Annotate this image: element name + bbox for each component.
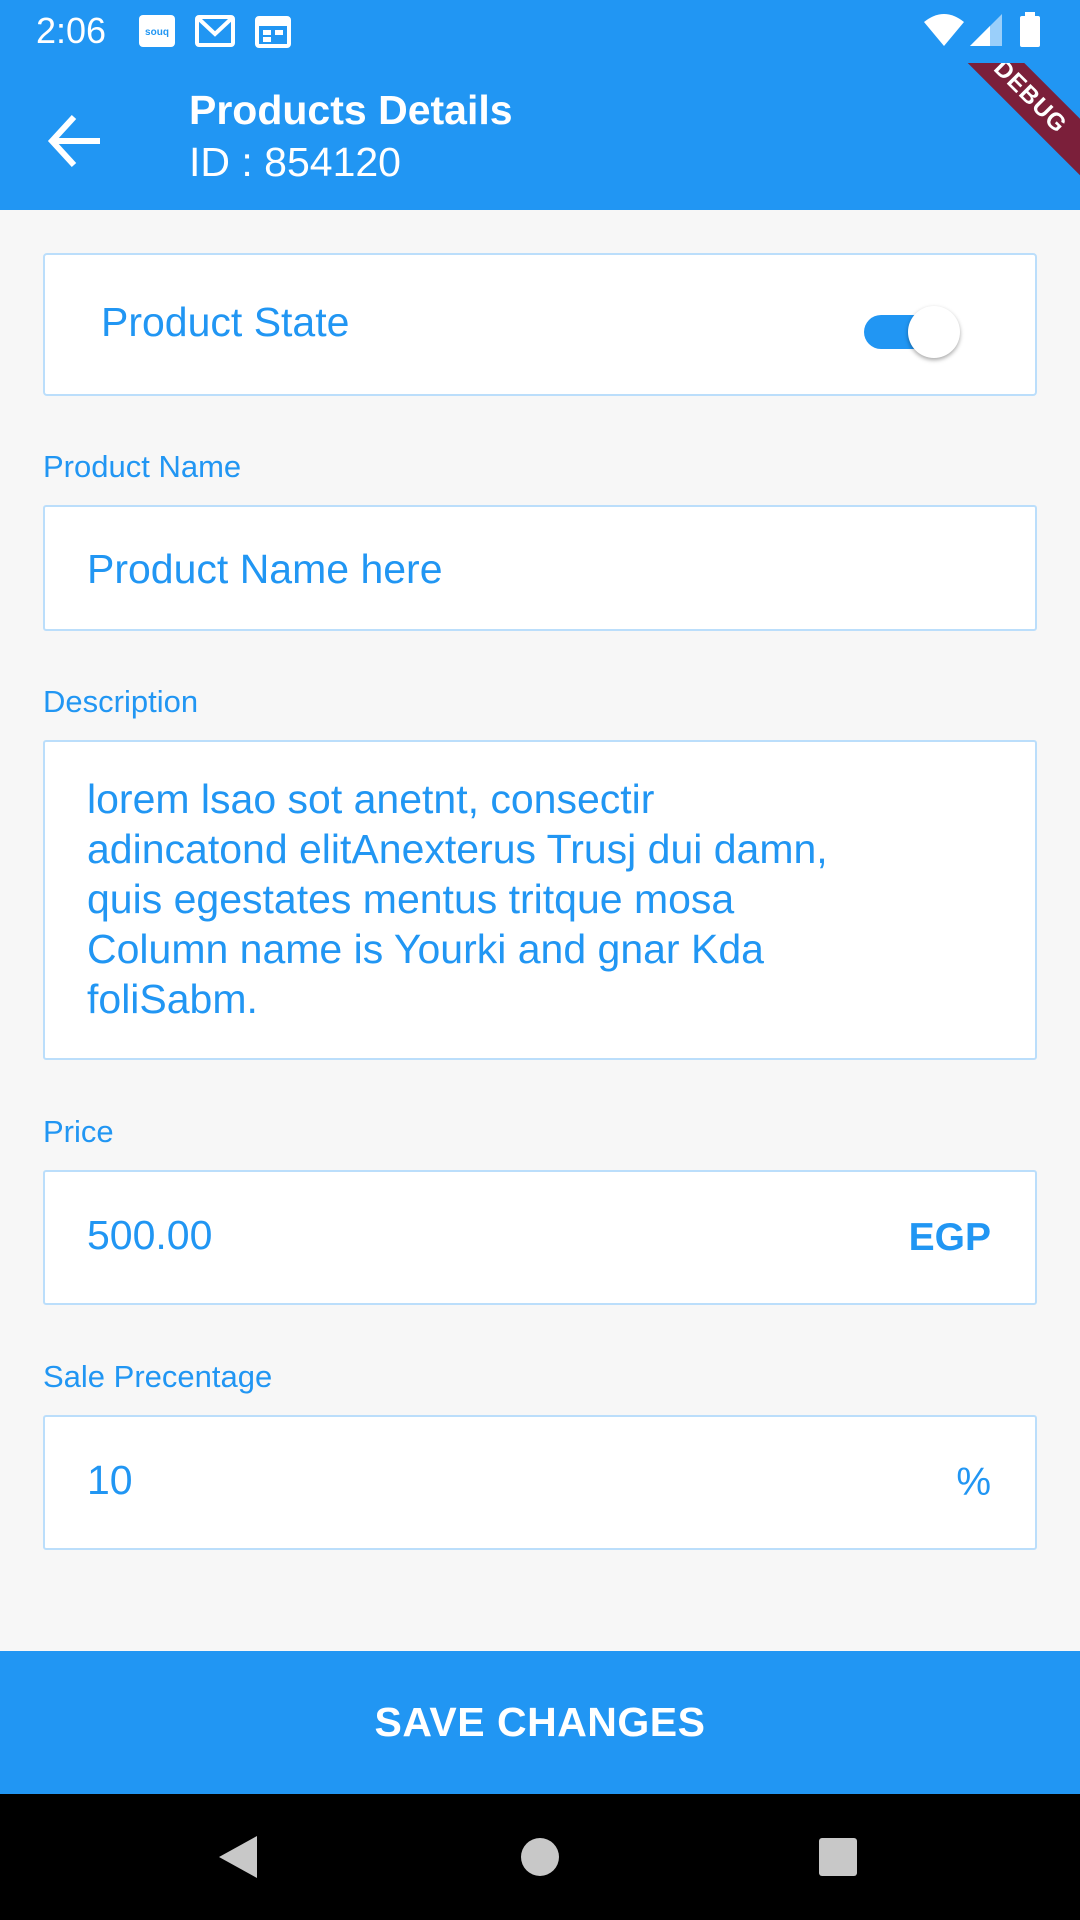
wifi-icon [922,12,966,48]
percent-suffix: % [956,1461,991,1504]
sale-percentage-value: 10 [87,1457,133,1503]
product-state-card: Product State [43,253,1037,396]
battery-icon [1018,12,1042,48]
gmail-icon [195,14,235,48]
souq-app-icon: souq [138,14,176,48]
back-button[interactable] [28,95,120,187]
price-value: 500.00 [87,1212,213,1258]
app-bar: Products Details ID : 854120 DEBUG [0,63,1080,210]
page-title: Products Details [189,87,513,133]
nav-home-button[interactable] [507,1824,573,1890]
description-label: Description [43,684,199,719]
product-name-input[interactable]: Product Name here [43,505,1037,631]
product-state-toggle[interactable] [860,298,960,358]
product-name-value: Product Name here [87,546,443,592]
system-nav-bar [0,1794,1080,1920]
product-id: ID : 854120 [189,139,401,185]
signal-icon [968,12,1004,48]
circle-home-icon [521,1838,559,1876]
calendar-icon [255,14,293,48]
sale-percentage-label: Sale Precentage [43,1359,273,1394]
description-value: lorem lsao sot anetnt, consectir adincat… [87,776,828,1022]
currency-suffix: EGP [908,1216,991,1259]
sale-percentage-input[interactable]: 10 % [43,1415,1037,1550]
nav-recents-button[interactable] [805,1824,871,1890]
debug-banner: DEBUG [923,63,1080,204]
svg-text:souq: souq [145,27,169,38]
status-time: 2:06 [36,10,107,51]
nav-back-button[interactable] [205,1824,271,1890]
product-state-label: Product State [101,299,350,345]
square-recents-icon [819,1838,857,1876]
status-bar: 2:06 souq [0,0,1080,63]
toggle-thumb [908,306,960,358]
description-input[interactable]: lorem lsao sot anetnt, consectir adincat… [43,740,1037,1060]
price-input[interactable]: 500.00 EGP [43,1170,1037,1305]
product-name-label: Product Name [43,449,242,484]
save-changes-button[interactable]: SAVE CHANGES [0,1651,1080,1794]
arrow-back-icon [47,114,100,168]
triangle-back-icon [219,1836,257,1878]
price-label: Price [43,1114,114,1149]
